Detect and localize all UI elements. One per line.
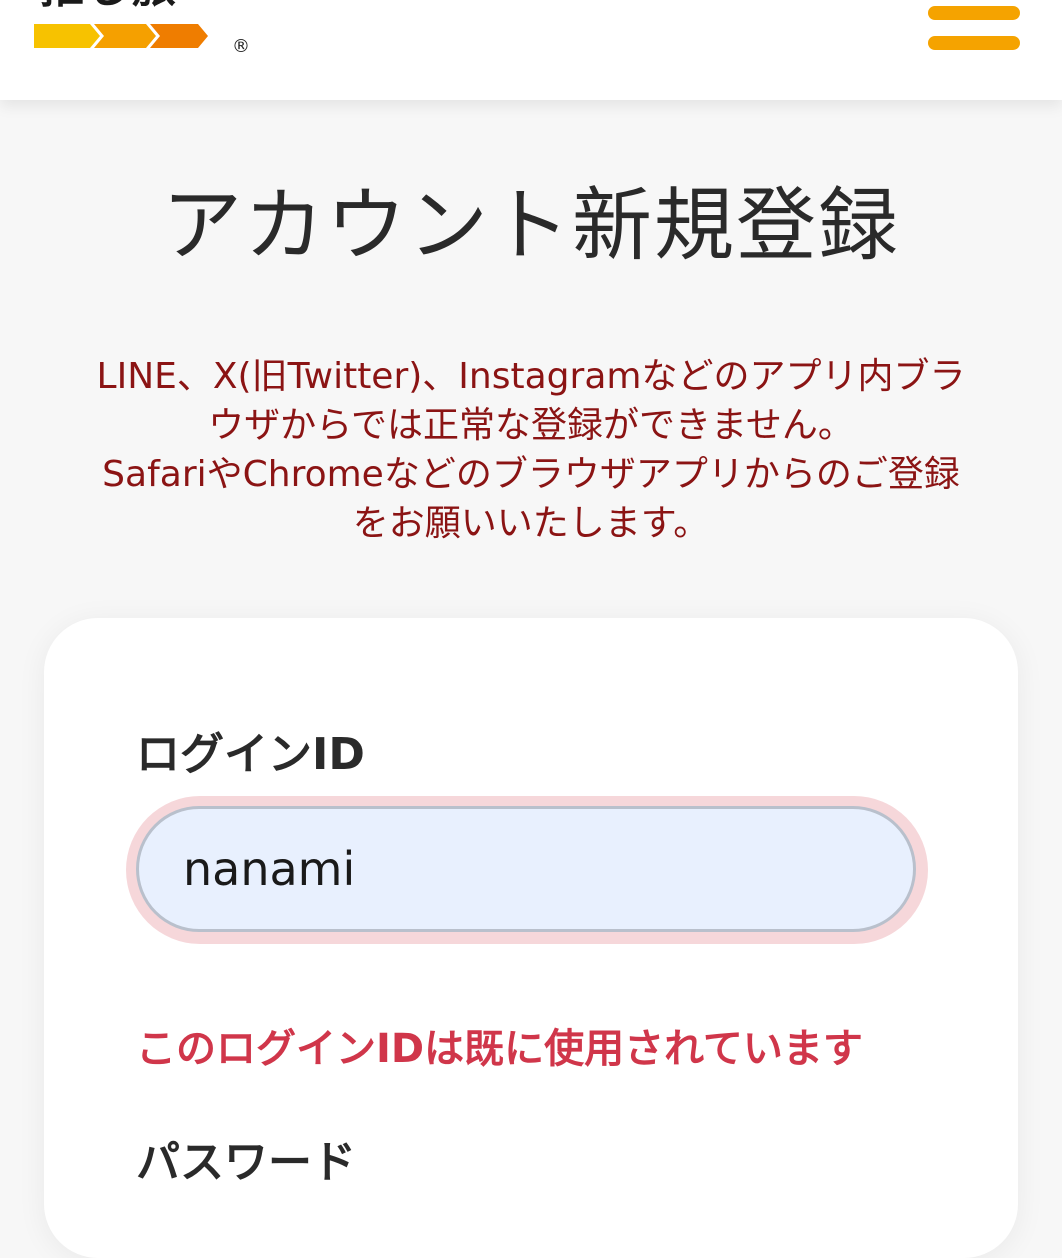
menu-button[interactable] bbox=[920, 0, 1030, 60]
hamburger-menu-icon bbox=[928, 6, 1020, 20]
registration-form-card: ログインID このログインIDは既に使用されています パスワード bbox=[44, 618, 1018, 1258]
hamburger-menu-icon-bar bbox=[928, 36, 1020, 50]
notice-line: LINE、X(旧Twitter)、Instagramなどのアプリ内ブラ bbox=[96, 356, 966, 397]
site-header: 推し旅 ® bbox=[0, 0, 1062, 100]
logo-arrows-icon bbox=[34, 24, 208, 48]
notice-line: ウザからでは正常な登録ができません。 bbox=[208, 405, 854, 446]
login-id-input[interactable] bbox=[136, 806, 916, 932]
login-id-label: ログインID bbox=[136, 729, 365, 780]
notice-line: SafariやChromeなどのブラウザアプリからのご登録 bbox=[102, 454, 960, 495]
site-logo[interactable]: 推し旅 ® bbox=[34, 0, 264, 60]
login-id-error-message: このログインIDは既に使用されています bbox=[136, 1026, 863, 1072]
login-id-field-wrapper bbox=[126, 796, 928, 944]
browser-notice: LINE、X(旧Twitter)、Instagramなどのアプリ内ブラ ウザから… bbox=[40, 352, 1022, 548]
notice-line: をお願いいたします。 bbox=[352, 503, 710, 544]
page-title: アカウント新規登録 bbox=[162, 179, 900, 272]
logo-text: 推し旅 bbox=[40, 0, 178, 10]
password-label: パスワード bbox=[136, 1137, 356, 1188]
registered-mark: ® bbox=[232, 36, 250, 57]
